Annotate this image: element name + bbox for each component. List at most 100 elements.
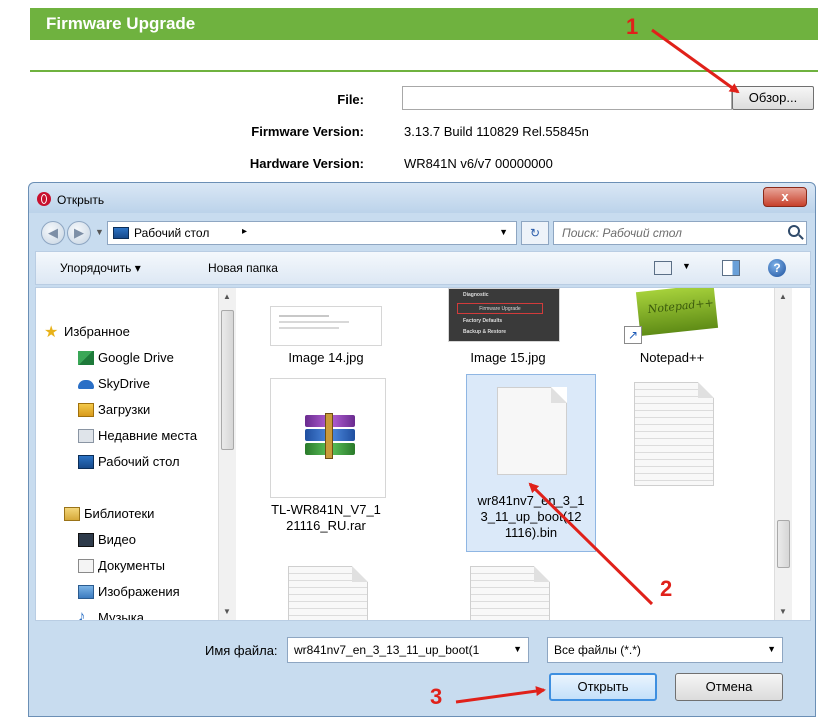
browse-button[interactable]: Обзор... bbox=[732, 86, 814, 110]
file-item[interactable] bbox=[266, 566, 386, 620]
search-placeholder: Поиск: Рабочий стол bbox=[562, 226, 682, 240]
help-icon[interactable]: ? bbox=[768, 259, 786, 277]
forward-button[interactable]: ▶ bbox=[67, 221, 91, 245]
files-scroll-thumb[interactable] bbox=[777, 520, 790, 568]
nav-libraries[interactable]: Библиотеки bbox=[64, 506, 155, 521]
file-item[interactable]: TL-WR841N_V7_1 21116_RU.rar bbox=[266, 378, 386, 548]
nav-item-label: Загрузки bbox=[98, 402, 151, 417]
video-icon bbox=[78, 533, 94, 547]
step-number-3: 3 bbox=[430, 684, 443, 709]
scroll-up-icon[interactable]: ▲ bbox=[779, 292, 787, 301]
music-icon: ♪ bbox=[78, 608, 86, 621]
nav-recent-places[interactable]: Недавние места bbox=[78, 428, 197, 443]
open-button[interactable]: Открыть bbox=[549, 673, 657, 701]
close-button[interactable]: x bbox=[763, 187, 807, 207]
star-icon: ★ bbox=[44, 324, 59, 341]
nav-scrollbar[interactable]: ▲ ▼ bbox=[218, 288, 236, 620]
file-path-input[interactable] bbox=[402, 86, 732, 110]
file-name: wr841nv7_en_3_1 3_11_up_boot(12 1116).bi… bbox=[477, 493, 585, 540]
header-divider bbox=[30, 70, 818, 72]
image-thumbnail-icon: Diagnostic Firmware Upgrade Factory Defa… bbox=[448, 288, 560, 342]
dialog-body: ★ Избранное Google Drive SkyDrive Загруз… bbox=[35, 287, 811, 621]
nav-scroll-thumb[interactable] bbox=[221, 310, 234, 450]
text-document-icon bbox=[288, 566, 368, 620]
libraries-icon bbox=[64, 507, 80, 521]
image-thumbnail-icon bbox=[270, 306, 382, 346]
filename-value[interactable]: wr841nv7_en_3_13_11_up_boot(1 bbox=[294, 643, 510, 657]
breadcrumb-arrow-icon[interactable]: ▸ bbox=[242, 226, 247, 237]
nav-pictures[interactable]: Изображения bbox=[78, 584, 180, 599]
organize-menu[interactable]: Упорядочить ▾ bbox=[60, 261, 141, 275]
nav-music[interactable]: ♪ Музыка bbox=[78, 608, 144, 620]
new-folder-button[interactable]: Новая папка bbox=[208, 261, 278, 275]
filetype-select[interactable]: Все файлы (*.*) ▼ bbox=[547, 637, 783, 663]
nav-downloads[interactable]: Загрузки bbox=[78, 402, 151, 417]
nav-documents[interactable]: Документы bbox=[78, 558, 165, 573]
winrar-archive-icon bbox=[270, 378, 386, 498]
thumbnail-text: Diagnostic bbox=[463, 292, 489, 298]
address-row: ◀ ▶ ▼ Рабочий стол ▸ ▼ ↻ Поиск: Рабочий … bbox=[35, 219, 811, 247]
skydrive-icon bbox=[78, 380, 94, 389]
view-dropdown-icon[interactable]: ▼ bbox=[682, 261, 691, 271]
blank-document-icon bbox=[497, 387, 567, 475]
shortcut-arrow-icon: ↗ bbox=[624, 326, 642, 344]
desktop-icon bbox=[78, 455, 94, 469]
refresh-button[interactable]: ↻ bbox=[521, 221, 549, 245]
scroll-up-icon[interactable]: ▲ bbox=[223, 292, 231, 301]
notepad-plus-plus-icon: Notepad++ bbox=[635, 288, 719, 336]
nav-item-label: SkyDrive bbox=[98, 376, 151, 391]
desktop-icon bbox=[113, 227, 129, 239]
view-icon[interactable] bbox=[654, 261, 672, 275]
file-name: Notepad++ bbox=[639, 350, 705, 365]
history-dropdown-icon[interactable]: ▼ bbox=[95, 227, 104, 237]
preview-pane-icon[interactable] bbox=[722, 260, 740, 276]
nav-libraries-label: Библиотеки bbox=[84, 506, 155, 521]
hardware-version-label: Hardware Version: bbox=[249, 156, 364, 171]
file-label: File: bbox=[337, 92, 364, 107]
nav-favorites-label: Избранное bbox=[64, 324, 130, 339]
firmware-header: Firmware Upgrade bbox=[30, 8, 818, 40]
file-item[interactable]: Image 14.jpg bbox=[266, 288, 386, 368]
filename-input[interactable]: wr841nv7_en_3_13_11_up_boot(1 ▼ bbox=[287, 637, 529, 663]
filetype-value: Все файлы (*.*) bbox=[554, 643, 641, 657]
cancel-button[interactable]: Отмена bbox=[675, 673, 783, 701]
nav-item-label: Google Drive bbox=[98, 350, 174, 365]
nav-desktop[interactable]: Рабочий стол bbox=[78, 454, 180, 469]
address-dropdown-icon[interactable]: ▼ bbox=[499, 227, 508, 237]
scroll-down-icon[interactable]: ▼ bbox=[223, 607, 231, 616]
search-icon[interactable] bbox=[788, 225, 800, 237]
step-number-2: 2 bbox=[660, 576, 673, 601]
file-list: Image 14.jpg Diagnostic Firmware Upgrade… bbox=[240, 288, 792, 620]
filetype-dropdown-icon[interactable]: ▼ bbox=[767, 644, 776, 654]
hardware-version-value: WR841N v6/v7 00000000 bbox=[404, 156, 553, 171]
page-title: Firmware Upgrade bbox=[46, 14, 196, 33]
address-bar[interactable]: Рабочий стол ▸ ▼ bbox=[107, 221, 517, 245]
nav-video[interactable]: Видео bbox=[78, 532, 136, 547]
dialog-titlebar[interactable]: Открыть x bbox=[29, 183, 815, 213]
scroll-down-icon[interactable]: ▼ bbox=[779, 607, 787, 616]
navigation-pane: ★ Избранное Google Drive SkyDrive Загруз… bbox=[36, 288, 236, 620]
filename-dropdown-icon[interactable]: ▼ bbox=[513, 644, 522, 654]
text-document-icon bbox=[470, 566, 550, 620]
firmware-version-value: 3.13.7 Build 110829 Rel.55845n bbox=[404, 124, 589, 139]
dialog-title: Открыть bbox=[57, 193, 105, 207]
text-document-icon bbox=[634, 382, 714, 486]
nav-favorites[interactable]: ★ Избранное bbox=[44, 324, 130, 341]
file-name: TL-WR841N_V7_1 21116_RU.rar bbox=[271, 502, 381, 533]
file-item[interactable] bbox=[440, 566, 560, 620]
selected-file-item[interactable]: wr841nv7_en_3_1 3_11_up_boot(12 1116).bi… bbox=[466, 374, 596, 552]
thumbnail-text: Backup & Restore bbox=[463, 329, 507, 335]
recent-places-icon bbox=[78, 429, 94, 443]
downloads-icon bbox=[78, 403, 94, 417]
search-input[interactable]: Поиск: Рабочий стол bbox=[553, 221, 807, 245]
files-scrollbar[interactable]: ▲ ▼ bbox=[774, 288, 792, 620]
nav-item-label: Рабочий стол bbox=[98, 454, 180, 469]
nav-google-drive[interactable]: Google Drive bbox=[78, 350, 174, 365]
back-button[interactable]: ◀ bbox=[41, 221, 65, 245]
file-item[interactable]: Notepad++ ↗ Notepad++ bbox=[612, 288, 732, 368]
nav-skydrive[interactable]: SkyDrive bbox=[78, 376, 151, 391]
file-item[interactable]: Diagnostic Firmware Upgrade Factory Defa… bbox=[440, 288, 560, 368]
address-location[interactable]: Рабочий стол bbox=[134, 226, 209, 240]
file-item[interactable] bbox=[612, 378, 732, 498]
filename-label: Имя файла: bbox=[205, 643, 278, 658]
